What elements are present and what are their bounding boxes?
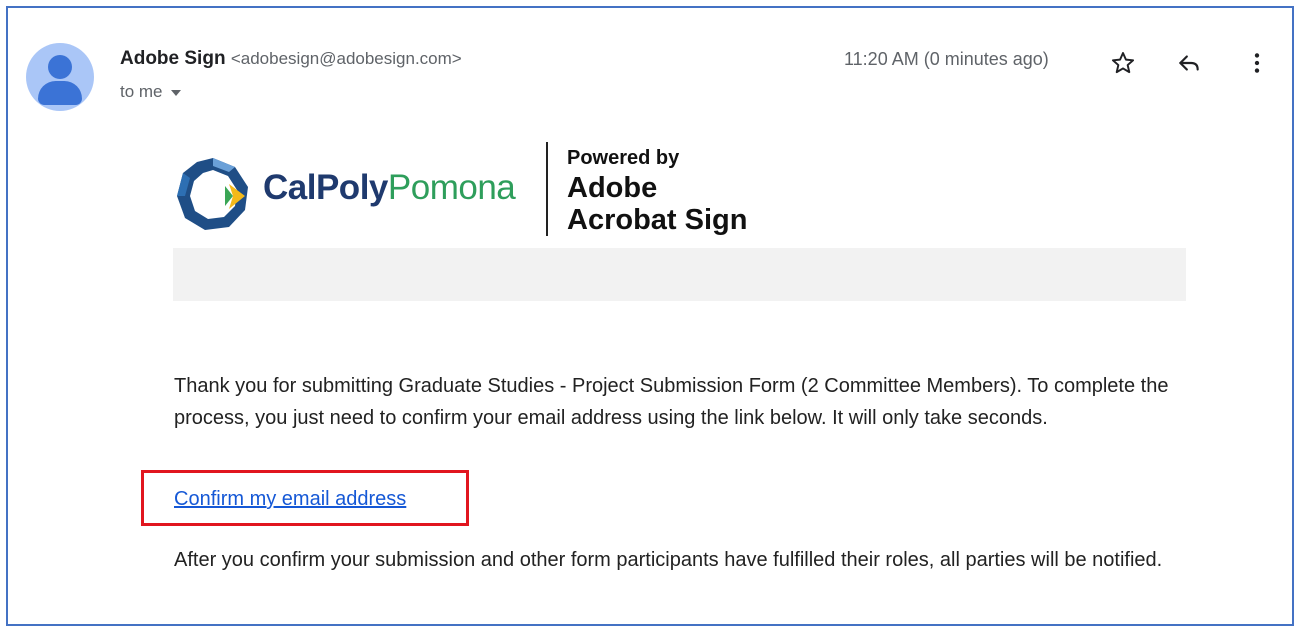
timestamp: 11:20 AM (0 minutes ago) (844, 49, 1049, 69)
sender-email: <adobesign@adobesign.com> (230, 49, 462, 68)
more-options-button[interactable] (1240, 46, 1274, 80)
email-message-frame: Adobe Sign <adobesign@adobesign.com> to … (6, 6, 1294, 626)
cal-poly-pomona-logo-icon (177, 158, 248, 230)
avatar-body (38, 81, 82, 105)
branding-header: CalPolyPomona Powered by Adobe Acrobat S… (173, 138, 793, 248)
cal-poly-pomona-wordmark: CalPolyPomona (263, 168, 516, 207)
star-button[interactable] (1106, 46, 1140, 80)
caret-down-icon[interactable] (170, 90, 181, 96)
recipient-details-toggle[interactable]: to me (120, 82, 181, 102)
person-avatar-icon[interactable] (26, 43, 94, 111)
more-vertical-icon (1254, 53, 1260, 73)
sender-line: Adobe Sign <adobesign@adobesign.com> (120, 48, 462, 70)
avatar-head (48, 55, 72, 79)
recipient-label: to me (120, 82, 163, 101)
sender-name[interactable]: Adobe Sign (120, 48, 226, 69)
message-after-text: After you confirm your submission and ot… (174, 549, 1163, 571)
logo-divider (546, 142, 548, 236)
confirm-email-link[interactable]: Confirm my email address (174, 488, 406, 511)
message-body: Thank you for submitting Graduate Studie… (174, 375, 1169, 429)
star-icon (1111, 52, 1135, 74)
reply-button[interactable] (1172, 46, 1206, 80)
reply-icon (1179, 55, 1199, 71)
banner-band (173, 248, 1186, 301)
powered-by-adobe-acrobat-sign: Powered by Adobe Acrobat Sign (567, 147, 748, 236)
